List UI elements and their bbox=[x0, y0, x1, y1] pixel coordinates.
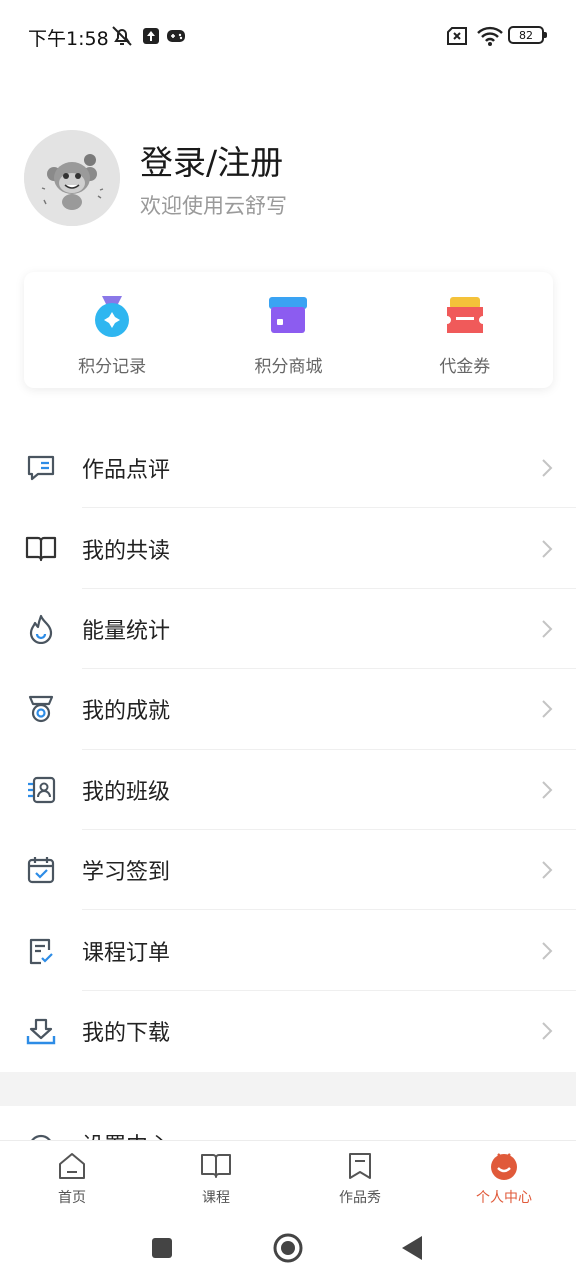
circle-icon bbox=[273, 1233, 303, 1263]
status-bar: 下午1:58 82 bbox=[0, 0, 576, 72]
points-record-button[interactable]: 积分记录 bbox=[24, 272, 200, 388]
menu-item-label: 我的成就 bbox=[82, 699, 171, 725]
bottom-tab-bar: 首页 课程 作品秀 个人中心 bbox=[0, 1140, 576, 1216]
class-icon bbox=[24, 773, 58, 807]
order-icon bbox=[24, 934, 58, 968]
chevron-right-icon bbox=[542, 781, 553, 799]
chevron-right-icon bbox=[542, 459, 553, 477]
no-sim-icon bbox=[446, 24, 468, 48]
upload-icon bbox=[142, 24, 160, 48]
login-register-link[interactable]: 登录/注册 bbox=[140, 136, 283, 184]
menu-item-settings[interactable]: 设置中心 bbox=[0, 1106, 576, 1140]
menu-item-my-downloads[interactable]: 我的下载 bbox=[0, 991, 576, 1071]
tab-profile[interactable]: 个人中心 bbox=[432, 1141, 576, 1216]
menu-item-label: 我的共读 bbox=[82, 538, 171, 564]
tab-works[interactable]: 作品秀 bbox=[288, 1141, 432, 1216]
points-mall-button[interactable]: 积分商城 bbox=[200, 272, 376, 388]
tab-label: 个人中心 bbox=[476, 1190, 532, 1206]
menu-item-course-orders[interactable]: 课程订单 bbox=[0, 910, 576, 991]
course-icon bbox=[199, 1149, 233, 1183]
tab-courses[interactable]: 课程 bbox=[144, 1141, 288, 1216]
points-card: 积分记录 积分商城 代金券 bbox=[24, 272, 553, 388]
download-icon bbox=[24, 1014, 58, 1048]
award-icon bbox=[24, 692, 58, 726]
profile-header[interactable]: 登录/注册 欢迎使用云舒写 bbox=[24, 128, 544, 228]
battery-level: 82 bbox=[519, 28, 533, 42]
menu-item-label: 学习签到 bbox=[82, 860, 171, 886]
system-nav-bar bbox=[0, 1216, 576, 1280]
menu-item-shared-reading[interactable]: 我的共读 bbox=[0, 508, 576, 589]
chevron-right-icon bbox=[542, 861, 553, 879]
flame-icon bbox=[24, 612, 58, 646]
menu-item-my-class[interactable]: 我的班级 bbox=[0, 750, 576, 830]
gamepad-icon bbox=[166, 24, 186, 48]
tab-label: 首页 bbox=[58, 1190, 86, 1206]
recents-button[interactable] bbox=[144, 1230, 180, 1266]
chevron-right-icon bbox=[542, 941, 553, 960]
menu-item-label: 我的下载 bbox=[82, 1020, 171, 1046]
section-divider bbox=[0, 1072, 576, 1106]
points-record-label: 积分记录 bbox=[78, 357, 147, 377]
home-nav-button[interactable] bbox=[270, 1230, 306, 1266]
wifi-icon bbox=[476, 24, 504, 48]
menu-item-energy-stats[interactable]: 能量统计 bbox=[0, 589, 576, 670]
comment-icon bbox=[24, 451, 58, 485]
calendar-check-icon bbox=[24, 853, 58, 887]
menu-item-achievements[interactable]: 我的成就 bbox=[0, 669, 576, 750]
book-icon bbox=[24, 532, 58, 566]
profile-icon bbox=[487, 1149, 521, 1183]
chevron-right-icon bbox=[542, 1022, 553, 1040]
menu-item-study-checkin[interactable]: 学习签到 bbox=[0, 830, 576, 911]
menu-item-label: 我的班级 bbox=[82, 779, 171, 805]
square-icon bbox=[152, 1238, 172, 1258]
chevron-right-icon bbox=[542, 700, 553, 719]
home-icon bbox=[55, 1149, 89, 1183]
medal-icon bbox=[90, 294, 134, 338]
points-mall-label: 积分商城 bbox=[254, 357, 323, 377]
menu-item-label: 能量统计 bbox=[82, 618, 171, 644]
menu-item-label: 设置中心 bbox=[82, 1128, 170, 1140]
coupon-icon bbox=[443, 294, 487, 338]
tab-home[interactable]: 首页 bbox=[0, 1141, 144, 1216]
menu-item-label: 课程订单 bbox=[82, 940, 171, 966]
status-time: 下午1:58 bbox=[28, 28, 109, 50]
back-triangle-icon bbox=[402, 1236, 422, 1260]
menu-item-label: 作品点评 bbox=[82, 458, 171, 484]
battery-indicator: 82 bbox=[508, 26, 547, 44]
menu-item-work-review[interactable]: 作品点评 bbox=[0, 428, 576, 509]
tab-label: 课程 bbox=[202, 1190, 230, 1206]
back-button[interactable] bbox=[394, 1230, 430, 1266]
gear-icon bbox=[26, 1132, 56, 1140]
coupon-button[interactable]: 代金券 bbox=[377, 272, 553, 388]
store-icon bbox=[266, 294, 310, 338]
avatar[interactable] bbox=[24, 130, 120, 226]
welcome-text: 欢迎使用云舒写 bbox=[140, 194, 287, 218]
chevron-right-icon bbox=[542, 539, 553, 558]
coupon-label: 代金券 bbox=[439, 357, 491, 377]
tab-label: 作品秀 bbox=[339, 1190, 381, 1206]
works-icon bbox=[343, 1149, 377, 1183]
menu-list: 作品点评 我的共读 能量统计 我的成就 我的班级 学习签到 课程订单 我的下载 bbox=[0, 428, 576, 1071]
mute-icon bbox=[110, 24, 134, 48]
chevron-right-icon bbox=[542, 620, 553, 638]
